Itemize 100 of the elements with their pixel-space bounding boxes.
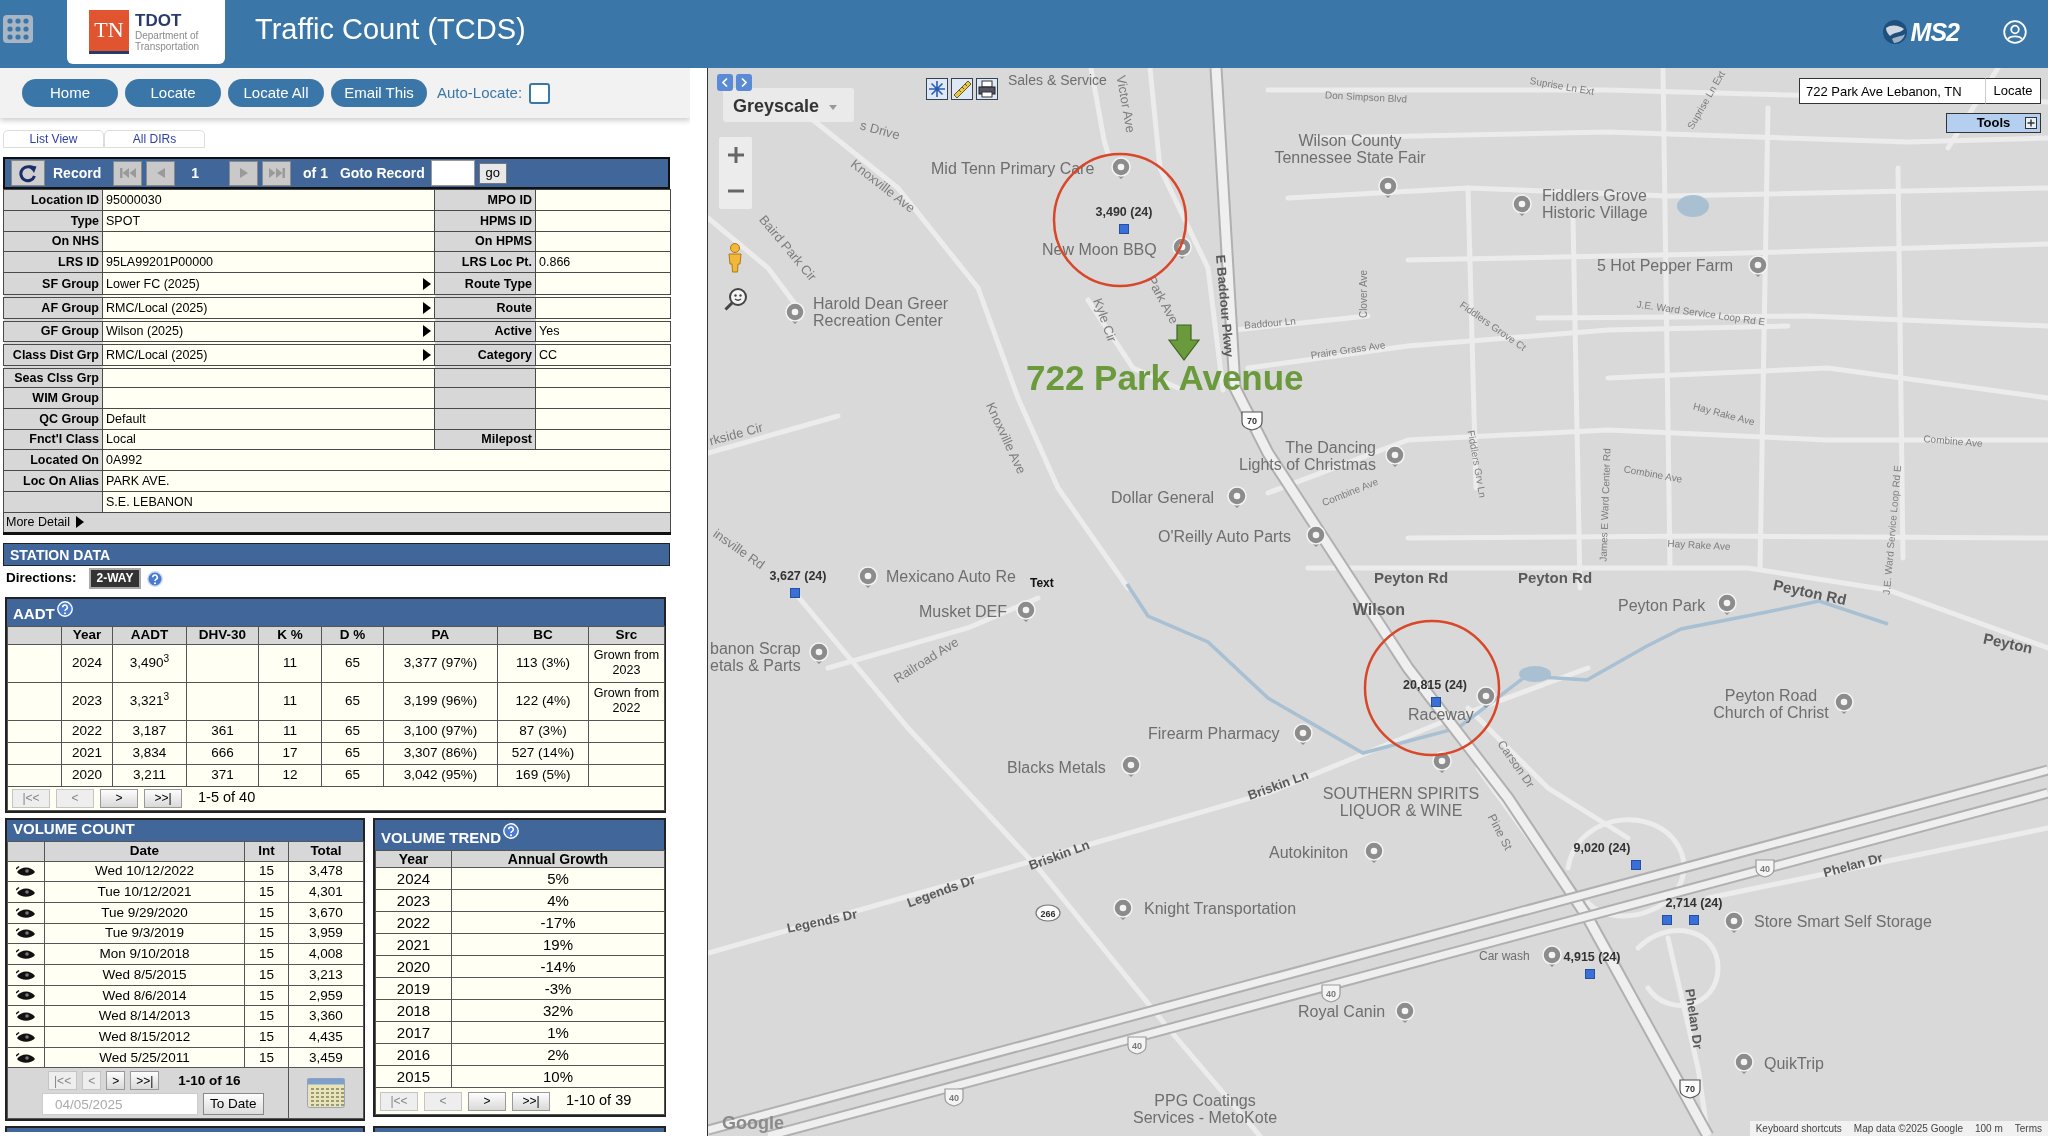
- station-marker[interactable]: [1689, 915, 1699, 925]
- map-pin-icon[interactable]: [1476, 686, 1496, 708]
- station-marker[interactable]: [790, 588, 800, 598]
- eye-icon[interactable]: [16, 887, 36, 899]
- pager-button[interactable]: >>|: [130, 1071, 160, 1091]
- go-button[interactable]: go: [478, 162, 507, 184]
- eye-icon[interactable]: [16, 1052, 36, 1064]
- pager-button[interactable]: >: [106, 1071, 126, 1091]
- station-marker[interactable]: [1662, 915, 1672, 925]
- place-label: The Dancing Lights of Christmas: [1239, 439, 1376, 473]
- view-link[interactable]: List View: [3, 130, 104, 148]
- street-label: rkside Cir: [708, 419, 765, 449]
- table-cell: -14%: [451, 955, 665, 978]
- triangle-right-icon[interactable]: [423, 348, 431, 361]
- eye-icon[interactable]: [16, 866, 36, 878]
- station-marker[interactable]: [1631, 860, 1641, 870]
- pager-button[interactable]: >>|: [512, 1091, 550, 1111]
- to-date-button[interactable]: To Date: [203, 1093, 264, 1116]
- skip-first-button[interactable]: [113, 160, 143, 186]
- map-pin-icon[interactable]: [1395, 1001, 1415, 1023]
- toolbar-button[interactable]: Locate: [125, 79, 221, 107]
- map-style-dropdown[interactable]: Greyscale: [723, 88, 854, 122]
- map-pin-icon[interactable]: [1724, 911, 1744, 933]
- street-label: Praire Grass Ave: [1309, 339, 1387, 361]
- map-pin-icon[interactable]: [1834, 692, 1854, 714]
- address-search-field[interactable]: 722 Park Ave Lebanon, TN: [1799, 78, 1985, 104]
- person-icon[interactable]: [726, 243, 744, 273]
- apps-grid-icon[interactable]: [3, 15, 33, 43]
- route-shield: 70: [1679, 1079, 1701, 1099]
- next-button[interactable]: [229, 160, 259, 186]
- eye-icon[interactable]: [16, 907, 36, 919]
- map-pin-icon[interactable]: [1542, 945, 1562, 967]
- map-pin-icon[interactable]: [1717, 593, 1737, 615]
- previous-button[interactable]: [717, 74, 733, 91]
- grid-tool-button[interactable]: [926, 78, 948, 100]
- map-locate-button[interactable]: Locate: [1985, 78, 2041, 104]
- view-link[interactable]: All DIRs: [104, 130, 205, 148]
- goto-record-field[interactable]: [430, 160, 475, 186]
- pager-button[interactable]: >: [100, 788, 138, 808]
- map-pin-icon[interactable]: [1172, 237, 1192, 259]
- eye-icon[interactable]: [16, 969, 36, 981]
- toolbar-button[interactable]: Locate All: [228, 79, 324, 107]
- table-cell: 11: [258, 682, 322, 721]
- field-label: WIM Group: [3, 387, 103, 409]
- place-label: Royal Canin: [1298, 1003, 1386, 1020]
- toolbar-button[interactable]: Home: [22, 79, 118, 107]
- station-marker[interactable]: [1585, 969, 1595, 979]
- magnifier-icon[interactable]: [724, 287, 748, 311]
- map-pin-icon[interactable]: [809, 642, 829, 664]
- arrow-marker-icon[interactable]: [1167, 324, 1201, 361]
- auto-locate-checkbox[interactable]: [529, 82, 551, 104]
- user-icon[interactable]: [2003, 20, 2027, 44]
- eye-icon[interactable]: [16, 949, 36, 961]
- next-button[interactable]: [736, 74, 752, 91]
- triangle-right-icon[interactable]: [75, 516, 84, 529]
- map-pin-icon[interactable]: [1113, 898, 1133, 920]
- map-pin-icon[interactable]: [785, 302, 805, 324]
- map-pin-icon[interactable]: [1512, 194, 1532, 216]
- terms-link[interactable]: Terms: [2014, 1122, 2042, 1135]
- map-pin-icon[interactable]: [1111, 157, 1131, 179]
- map-pin-icon[interactable]: [1385, 445, 1405, 467]
- map-pin-icon[interactable]: [1432, 751, 1452, 773]
- map-pin-icon[interactable]: [1364, 841, 1384, 863]
- field-value: Lower FC (2025): [106, 275, 200, 293]
- map-pin-icon[interactable]: [1293, 723, 1313, 745]
- more-detail-link[interactable]: More Detail: [6, 513, 84, 532]
- map-pin-icon[interactable]: [1748, 255, 1768, 277]
- measure-tool-button[interactable]: [951, 78, 973, 100]
- eye-icon[interactable]: [16, 1031, 36, 1043]
- station-marker[interactable]: [1431, 697, 1441, 707]
- town-label: Wilson: [1352, 601, 1406, 618]
- column-header: PA: [383, 626, 498, 645]
- triangle-right-icon[interactable]: [423, 301, 431, 314]
- map-pin-icon[interactable]: [1306, 525, 1326, 547]
- pager-button[interactable]: >>|: [144, 788, 182, 808]
- map-pin-icon[interactable]: [1121, 755, 1141, 777]
- table-cell: 2024: [375, 867, 452, 890]
- toolbar-button[interactable]: Email This: [331, 79, 427, 107]
- print-tool-button[interactable]: [976, 78, 998, 100]
- tools-button[interactable]: Tools: [1946, 113, 2041, 133]
- help-icon[interactable]: [147, 570, 164, 587]
- triangle-right-icon[interactable]: [423, 277, 431, 290]
- map-pin-icon[interactable]: [1016, 600, 1036, 622]
- eye-icon[interactable]: [16, 1011, 36, 1023]
- eye-icon[interactable]: [16, 990, 36, 1002]
- date-field[interactable]: 04/05/2025: [42, 1093, 198, 1116]
- calendar-icon[interactable]: [307, 1078, 345, 1109]
- map-pin-icon[interactable]: [1227, 486, 1247, 508]
- station-marker[interactable]: [1119, 224, 1129, 234]
- keyboard-shortcuts-link[interactable]: Keyboard shortcuts: [1755, 1122, 1842, 1135]
- previous-button[interactable]: [146, 160, 176, 186]
- map-pin-icon[interactable]: [858, 566, 878, 588]
- pager-button[interactable]: >: [468, 1091, 506, 1111]
- map-pin-icon[interactable]: [1734, 1052, 1754, 1074]
- triangle-right-icon[interactable]: [423, 325, 431, 338]
- eye-icon[interactable]: [16, 928, 36, 940]
- place-label: Fiddlers Grove Historic Village: [1542, 187, 1648, 221]
- map-pin-icon[interactable]: [1378, 176, 1398, 198]
- refresh-button[interactable]: [11, 160, 45, 186]
- skip-last-button[interactable]: [262, 160, 292, 186]
